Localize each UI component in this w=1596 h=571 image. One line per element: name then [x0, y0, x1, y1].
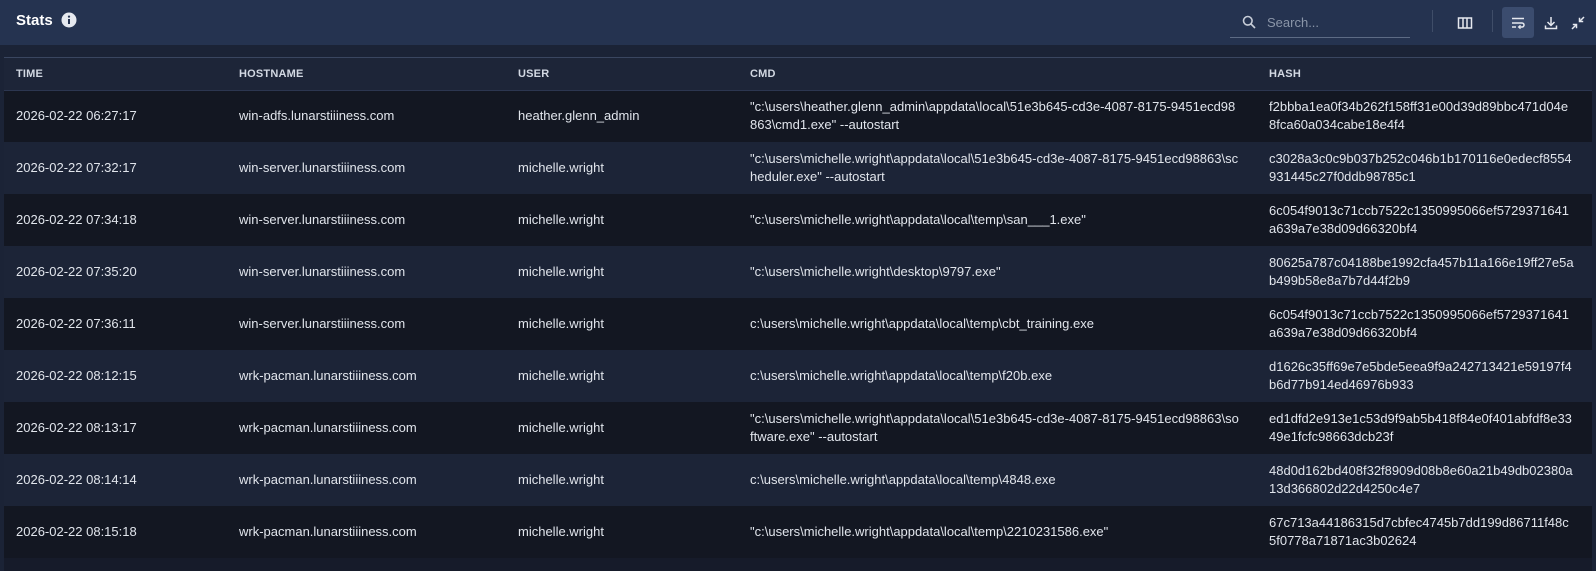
search-input[interactable] [1267, 11, 1407, 33]
stats-header: Stats [0, 0, 1596, 45]
cell-hostname: wrk-pacman.lunarstiiiness.com [239, 420, 417, 435]
column-header-hash[interactable]: HASH [1257, 58, 1592, 91]
cell-user: michelle.wright [518, 160, 604, 175]
cell-time: 2026-02-22 07:35:20 [16, 264, 137, 279]
cell-hash: 67c713a44186315d7cbfec4745b7dd199d86711f… [1269, 515, 1569, 548]
cell-time: 2026-02-22 07:32:17 [16, 160, 137, 175]
cell-hostname: win-server.lunarstiiiness.com [239, 264, 406, 279]
cell-cmd: c:\users\michelle.wright\appdata\local\t… [750, 368, 1053, 383]
stats-table: TIME HOSTNAME USER CMD HASH 2026-02-22 0… [4, 58, 1592, 558]
cell-user: heather.glenn_admin [518, 108, 640, 124]
table-row[interactable]: 2026-02-22 08:15:18 wrk-pacman.lunarstii… [4, 506, 1592, 558]
cell-user: michelle.wright [518, 420, 604, 435]
download-icon [1544, 16, 1558, 29]
columns-button[interactable] [1449, 7, 1481, 38]
cell-hostname: wrk-pacman.lunarstiiiness.com [239, 524, 417, 539]
cell-time: 2026-02-22 08:13:17 [16, 420, 137, 435]
cell-hash: 6c054f9013c71ccb7522c1350995066ef5729371… [1269, 203, 1570, 236]
table-row[interactable]: 2026-02-22 07:35:20 win-server.lunarstii… [4, 246, 1592, 298]
cell-hash: d1626c35ff69e7e5bde5eea9f9a242713421e591… [1269, 359, 1572, 392]
cell-time: 2026-02-22 07:34:18 [16, 212, 137, 227]
cell-cmd: c:\users\michelle.wright\appdata\local\t… [750, 472, 1056, 487]
table-row[interactable]: 2026-02-22 08:12:15 wrk-pacman.lunarstii… [4, 350, 1592, 402]
cell-user: michelle.wright [518, 472, 604, 487]
toolbar-separator [1492, 10, 1493, 32]
cell-user: michelle.wright [518, 368, 604, 383]
stats-table-container[interactable]: TIME HOSTNAME USER CMD HASH 2026-02-22 0… [4, 57, 1592, 571]
table-header-row: TIME HOSTNAME USER CMD HASH [4, 58, 1592, 91]
column-header-time[interactable]: TIME [4, 58, 227, 91]
wrap-text-button[interactable] [1502, 7, 1534, 38]
column-header-hostname[interactable]: HOSTNAME [227, 58, 506, 91]
cell-cmd: "c:\users\michelle.wright\desktop\9797.e… [750, 264, 1001, 279]
cell-time: 2026-02-22 08:14:14 [16, 472, 137, 487]
toolbar-separator [1432, 10, 1433, 32]
cell-time: 2026-02-22 07:36:11 [16, 316, 136, 331]
cell-user: michelle.wright [518, 212, 604, 227]
cell-user: michelle.wright [518, 524, 604, 539]
table-row[interactable]: 2026-02-22 06:27:17 win-adfs.lunarstiiin… [4, 90, 1592, 142]
table-row[interactable]: 2026-02-22 07:36:11 win-server.lunarstii… [4, 298, 1592, 350]
cell-time: 2026-02-22 06:27:17 [16, 108, 137, 124]
search-icon [1242, 15, 1256, 29]
table-row[interactable]: 2026-02-22 08:14:14 wrk-pacman.lunarstii… [4, 454, 1592, 506]
cell-hostname: win-server.lunarstiiiness.com [239, 160, 406, 175]
cell-cmd: "c:\users\michelle.wright\appdata\local\… [750, 151, 1239, 184]
collapse-button[interactable] [1562, 7, 1594, 38]
cell-hash: c3028a3c0c9b037b252c046b1b170116e0edecf8… [1269, 151, 1572, 184]
cell-time: 2026-02-22 08:15:18 [16, 524, 137, 539]
cell-user: michelle.wright [518, 316, 604, 331]
column-header-cmd[interactable]: CMD [738, 58, 1257, 91]
cell-cmd: c:\users\michelle.wright\appdata\local\t… [750, 316, 1094, 331]
cell-hash: 6c054f9013c71ccb7522c1350995066ef5729371… [1269, 307, 1570, 340]
cell-user: michelle.wright [518, 264, 604, 279]
info-icon[interactable] [61, 12, 77, 28]
cell-hash: 48d0d162bd408f32f8909d08b8e60a21b49db023… [1269, 463, 1573, 496]
collapse-icon [1571, 15, 1585, 30]
cell-hostname: win-adfs.lunarstiiiness.com [239, 108, 395, 124]
cell-cmd: "c:\users\michelle.wright\appdata\local\… [750, 524, 1109, 539]
columns-icon [1457, 16, 1473, 29]
column-header-user[interactable]: USER [506, 58, 738, 91]
cell-hostname: win-server.lunarstiiiness.com [239, 212, 406, 227]
table-row[interactable]: 2026-02-22 07:34:18 win-server.lunarstii… [4, 194, 1592, 246]
cell-cmd: "c:\users\michelle.wright\appdata\local\… [750, 411, 1239, 444]
cell-hostname: wrk-pacman.lunarstiiiness.com [239, 472, 417, 487]
cell-hash: 80625a787c04188be1992cfa457b11a166e19ff2… [1269, 255, 1574, 288]
cell-hostname: wrk-pacman.lunarstiiiness.com [239, 368, 417, 383]
table-row[interactable]: 2026-02-22 08:13:17 wrk-pacman.lunarstii… [4, 402, 1592, 454]
cell-cmd: "c:\users\michelle.wright\appdata\local\… [750, 212, 1086, 227]
cell-time: 2026-02-22 08:12:15 [16, 368, 137, 383]
search-box [1230, 7, 1410, 38]
cell-hash: ed1dfd2e913e1c53d9f9ab5b418f84e0f401abfd… [1269, 411, 1572, 444]
wrap-text-icon [1512, 17, 1525, 29]
table-row[interactable]: 2026-02-22 07:32:17 win-server.lunarstii… [4, 142, 1592, 194]
page-title: Stats [16, 12, 53, 29]
cell-cmd: "c:\users\heather.glenn_admin\appdata\lo… [750, 99, 1236, 133]
cell-hash: f2bbba1ea0f34b262f158ff31e00d39d89bbc471… [1269, 99, 1569, 133]
cell-hostname: win-server.lunarstiiiness.com [239, 316, 406, 331]
